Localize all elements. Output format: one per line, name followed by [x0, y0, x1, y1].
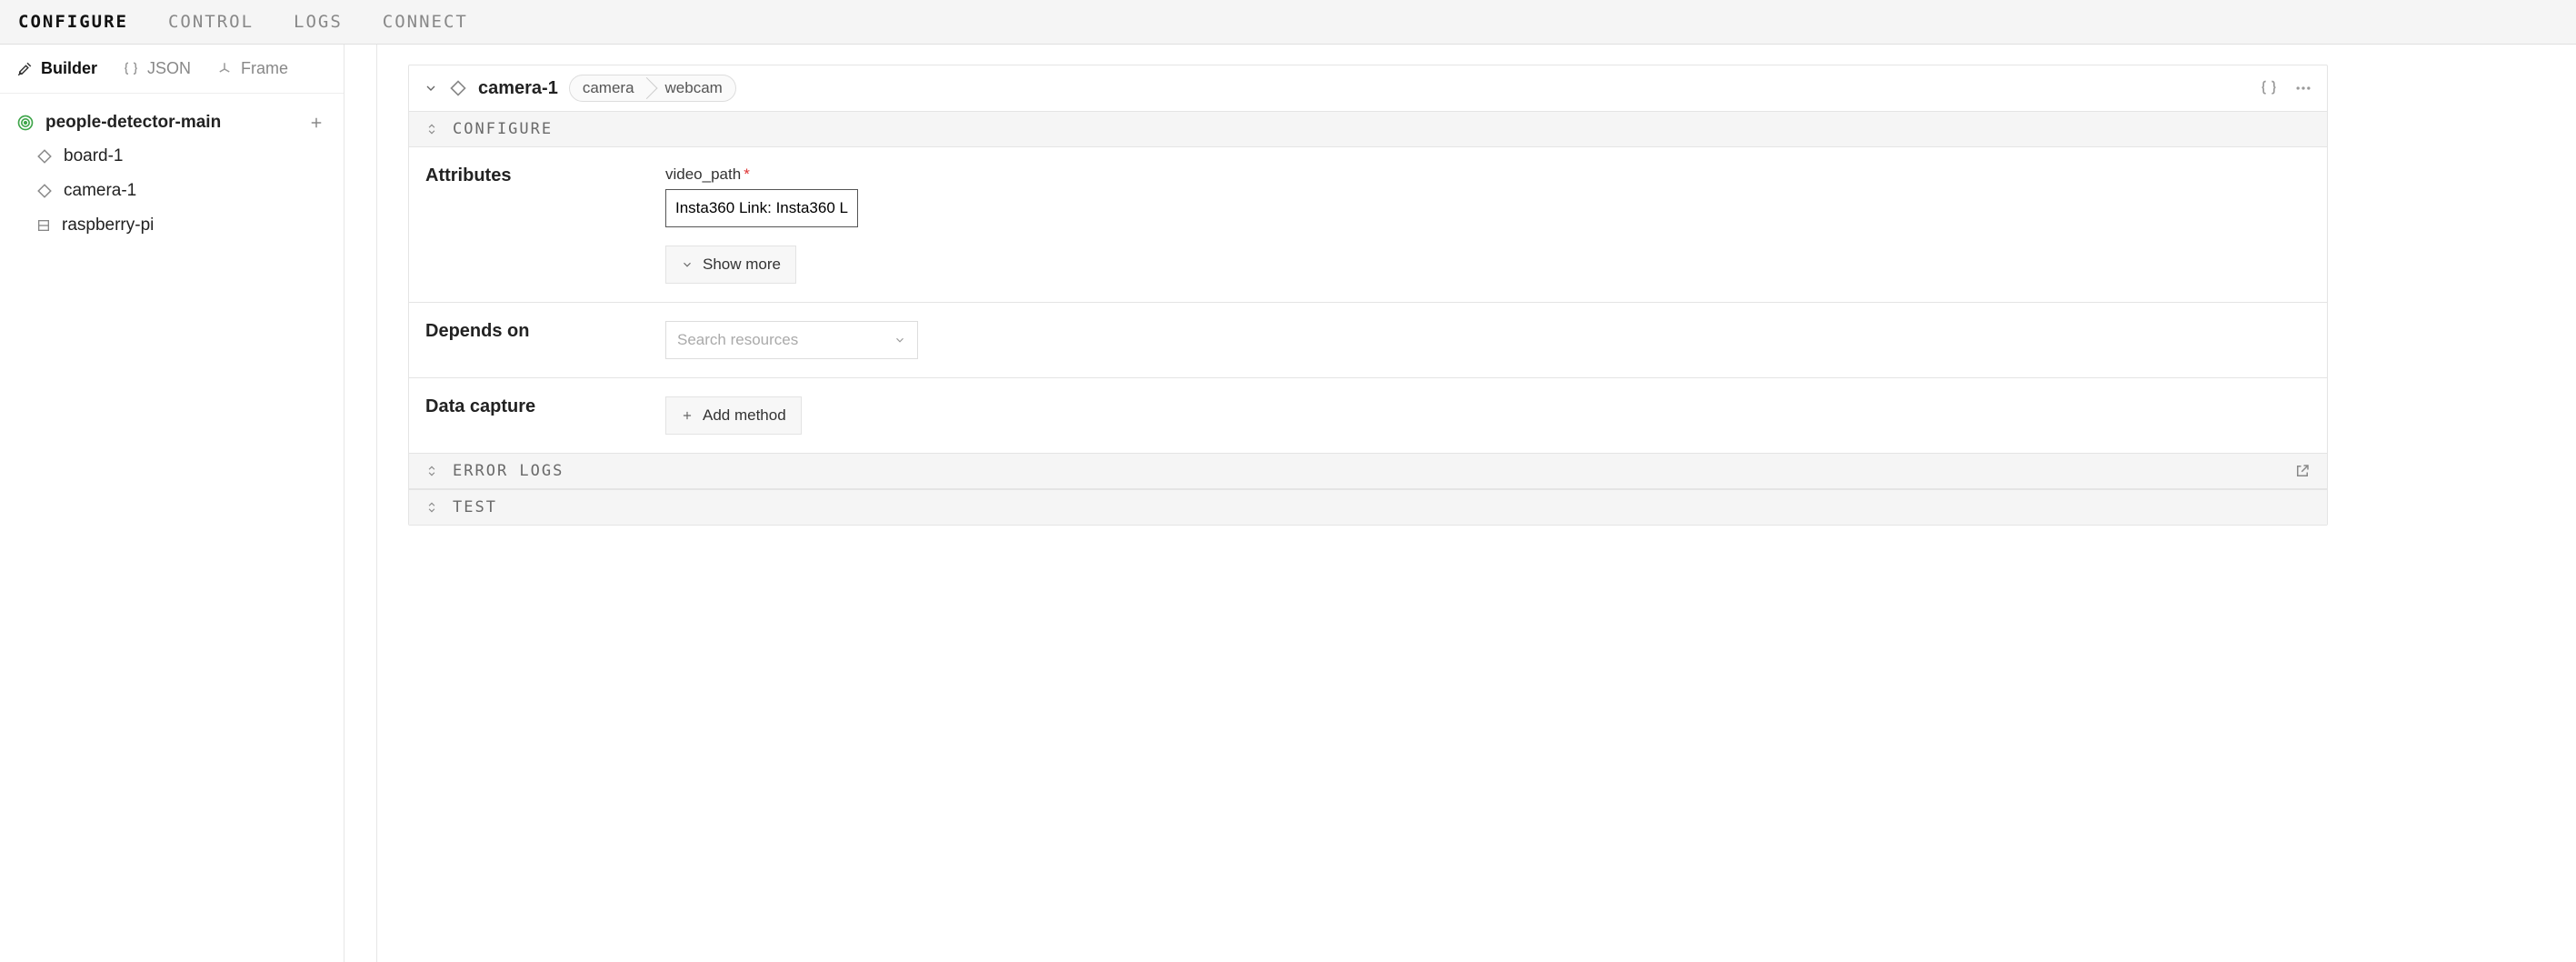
subtab-builder-label: Builder	[41, 59, 97, 78]
depends-placeholder: Search resources	[677, 331, 798, 349]
chevron-down-icon[interactable]	[424, 81, 438, 95]
plus-icon	[681, 409, 694, 422]
section-test-header[interactable]: TEST	[409, 489, 2327, 525]
tree-item-label: camera-1	[64, 181, 136, 201]
section-test-title: TEST	[453, 498, 497, 516]
expand-icon	[425, 501, 438, 514]
braces-icon[interactable]	[2260, 79, 2278, 97]
tree-root[interactable]: people-detector-main	[9, 106, 334, 139]
diamond-icon	[449, 79, 467, 97]
video-path-label: video_path*	[665, 165, 2311, 184]
tab-control[interactable]: CONTROL	[168, 12, 254, 32]
subtab-json-label: JSON	[147, 59, 191, 78]
diamond-icon	[36, 183, 53, 199]
attributes-label: Attributes	[425, 165, 665, 284]
add-component-button[interactable]	[305, 112, 327, 134]
tools-icon	[16, 61, 33, 77]
more-icon[interactable]	[2294, 79, 2312, 97]
gutter	[344, 45, 377, 962]
external-link-icon[interactable]	[2294, 463, 2311, 479]
tree-item-raspberry-pi[interactable]: raspberry-pi	[9, 208, 334, 243]
tree-item-camera-1[interactable]: camera-1	[9, 174, 334, 208]
section-attributes: Attributes video_path* Show more	[409, 147, 2327, 303]
sidebar-tree: people-detector-main board-1	[0, 94, 344, 256]
required-star: *	[744, 165, 750, 183]
show-more-button[interactable]: Show more	[665, 246, 796, 284]
section-depends: Depends on Search resources	[409, 303, 2327, 378]
data-capture-label: Data capture	[425, 396, 665, 435]
tab-configure[interactable]: CONFIGURE	[18, 12, 128, 32]
resource-card: camera-1 camera webcam	[408, 65, 2328, 526]
card-header: camera-1 camera webcam	[409, 65, 2327, 112]
section-configure-header[interactable]: CONFIGURE	[409, 112, 2327, 147]
chevron-down-icon	[894, 334, 906, 346]
collapse-icon	[425, 123, 438, 135]
video-path-input[interactable]	[665, 189, 858, 227]
depends-label: Depends on	[425, 321, 665, 359]
main: camera-1 camera webcam	[377, 45, 2576, 962]
chip-type: camera	[570, 79, 647, 97]
subtab-frame[interactable]: Frame	[216, 59, 288, 78]
subtab-json[interactable]: JSON	[123, 59, 191, 78]
section-error-logs-title: ERROR LOGS	[453, 462, 564, 480]
resource-type-chip[interactable]: camera webcam	[569, 75, 736, 102]
tree-root-label: people-detector-main	[45, 113, 221, 133]
add-method-button[interactable]: Add method	[665, 396, 802, 435]
section-error-logs-header[interactable]: ERROR LOGS	[409, 454, 2327, 489]
chevron-down-icon	[681, 258, 694, 271]
square-icon	[36, 218, 51, 233]
tree-item-board-1[interactable]: board-1	[9, 139, 334, 174]
axes-icon	[216, 61, 233, 77]
section-data-capture: Data capture Add method	[409, 378, 2327, 454]
sidebar: Builder JSON Frame	[0, 45, 344, 962]
expand-icon	[425, 465, 438, 477]
tab-connect[interactable]: CONNECT	[383, 12, 468, 32]
target-icon	[16, 114, 35, 132]
subtab-frame-label: Frame	[241, 59, 288, 78]
resource-name: camera-1	[478, 78, 558, 99]
sidebar-subtabs: Builder JSON Frame	[0, 45, 344, 94]
tab-logs[interactable]: LOGS	[294, 12, 343, 32]
braces-icon	[123, 61, 139, 77]
top-tabs: CONFIGURE CONTROL LOGS CONNECT	[0, 0, 2576, 45]
subtab-builder[interactable]: Builder	[16, 59, 97, 78]
diamond-icon	[36, 148, 53, 165]
tree-item-label: raspberry-pi	[62, 215, 154, 235]
add-method-label: Add method	[703, 406, 786, 425]
show-more-label: Show more	[703, 256, 781, 274]
depends-select[interactable]: Search resources	[665, 321, 918, 359]
chip-model: webcam	[647, 79, 735, 97]
tree-item-label: board-1	[64, 146, 124, 166]
section-configure-title: CONFIGURE	[453, 120, 553, 138]
